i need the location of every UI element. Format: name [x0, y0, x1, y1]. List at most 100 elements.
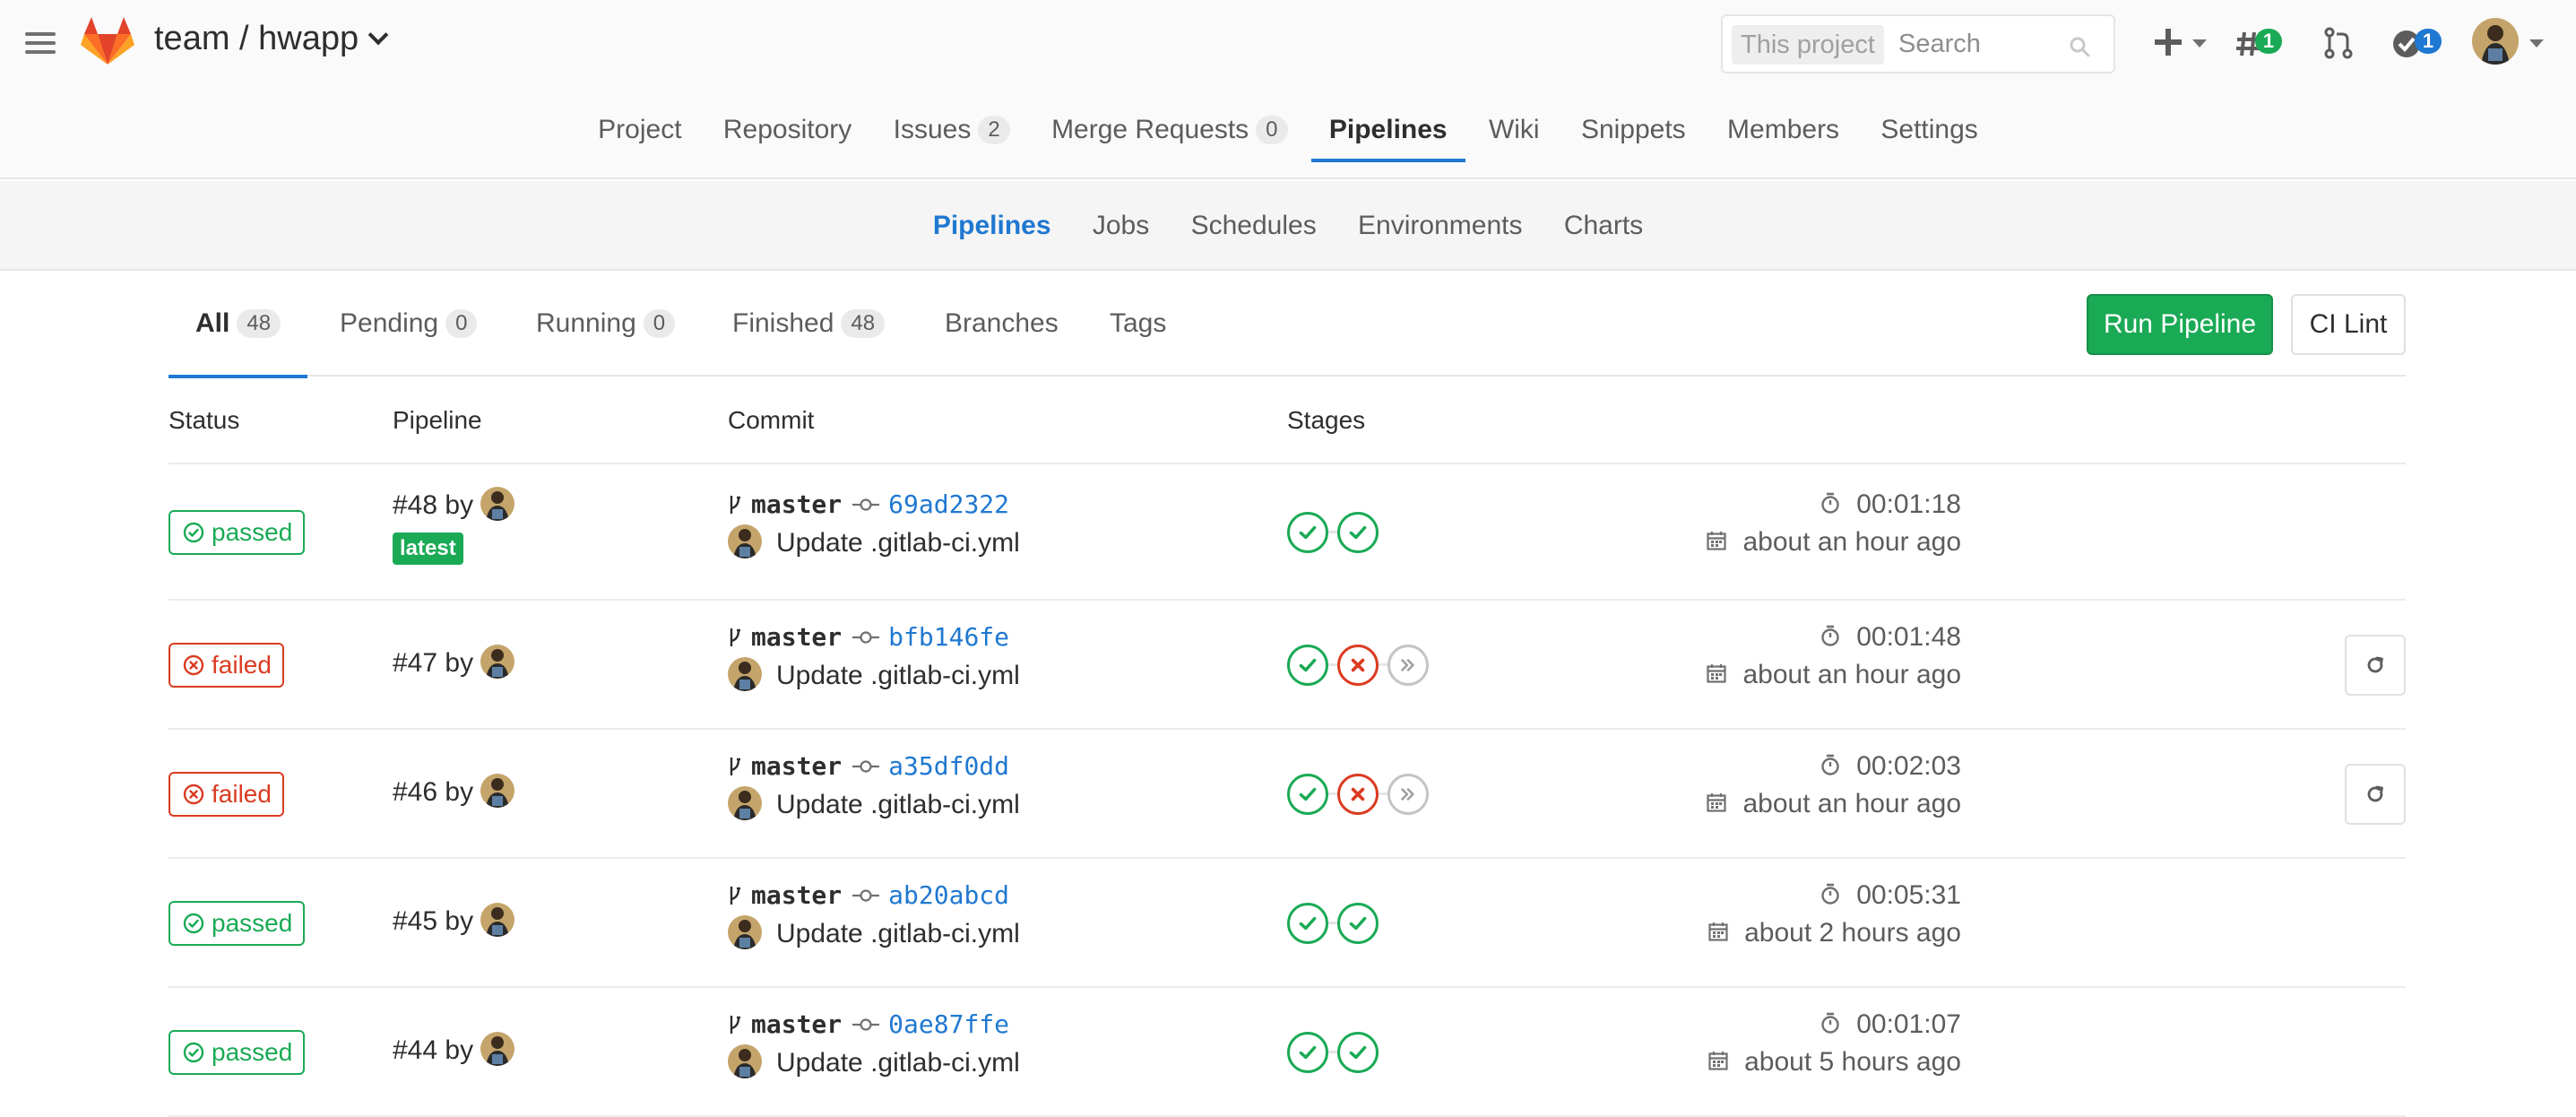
user-menu-caret-icon[interactable]	[2529, 39, 2544, 48]
timer-icon	[1820, 489, 1856, 519]
tab-branches[interactable]: Branches	[945, 271, 1059, 377]
commit-author-avatar[interactable]	[728, 524, 762, 558]
commit-message[interactable]: Update .gitlab-ci.yml	[776, 790, 1020, 819]
issues-shortcut[interactable]: 1	[2235, 22, 2293, 63]
subnav-charts[interactable]: Charts	[1564, 181, 1643, 271]
header-commit: Commit	[728, 406, 815, 434]
triggerer-avatar[interactable]	[480, 645, 515, 679]
tab-running[interactable]: Running 0	[536, 271, 676, 377]
commit-message[interactable]: Update .gitlab-ci.yml	[776, 528, 1020, 558]
pipeline-link[interactable]: #48	[393, 490, 437, 520]
user-avatar[interactable]	[2472, 18, 2519, 65]
nav-settings[interactable]: Settings	[1880, 106, 1977, 161]
issues-count-badge: 1	[2255, 29, 2282, 54]
hamburger-menu-icon[interactable]	[25, 30, 56, 56]
pipeline-duration: 00:01:07	[1820, 1009, 1961, 1040]
nav-wiki[interactable]: Wiki	[1489, 106, 1540, 161]
commit-sha[interactable]: a35df0dd	[888, 751, 1009, 781]
triggerer-avatar[interactable]	[480, 1032, 515, 1066]
project-title[interactable]: team / hwapp	[154, 20, 389, 58]
status-badge[interactable]: passed	[169, 1030, 306, 1075]
triggerer-avatar[interactable]	[480, 487, 515, 521]
retry-button[interactable]	[2345, 764, 2406, 825]
finished-value: about an hour ago	[1742, 527, 1961, 557]
stage-success-icon[interactable]	[1287, 512, 1328, 553]
stage-success-icon[interactable]	[1287, 645, 1328, 686]
commit-message[interactable]: Update .gitlab-ci.yml	[776, 919, 1020, 948]
new-dropdown[interactable]	[2155, 22, 2212, 63]
table-row: failed #47 by master bfb146fe Update .gitlab…	[169, 601, 2406, 730]
tab-all[interactable]: All 48	[168, 271, 308, 378]
branch-name[interactable]: master	[751, 880, 842, 910]
tab-tags[interactable]: Tags	[1110, 271, 1166, 377]
stage-success-icon[interactable]	[1287, 774, 1328, 815]
duration-value: 00:01:48	[1856, 622, 1961, 652]
commit-sha[interactable]: 69ad2322	[888, 489, 1009, 519]
triggerer-avatar[interactable]	[480, 903, 515, 937]
subnav-pipelines[interactable]: Pipelines	[933, 181, 1051, 271]
tab-finished[interactable]: Finished 48	[732, 271, 886, 377]
stage-skipped-icon[interactable]	[1387, 774, 1429, 815]
commit-author-avatar[interactable]	[728, 786, 762, 820]
project-name[interactable]: hwapp	[258, 20, 359, 57]
status-badge[interactable]: failed	[169, 772, 284, 817]
retry-button[interactable]	[2345, 635, 2406, 696]
status-badge[interactable]: passed	[169, 901, 306, 946]
nav-snippets[interactable]: Snippets	[1581, 106, 1686, 161]
run-pipeline-button[interactable]: Run Pipeline	[2087, 294, 2273, 355]
stage-success-icon[interactable]	[1337, 512, 1379, 553]
stage-success-icon[interactable]	[1337, 1032, 1379, 1073]
commit-message[interactable]: Update .gitlab-ci.yml	[776, 1048, 1020, 1078]
search-icon	[2070, 37, 2090, 57]
nav-project[interactable]: Project	[598, 106, 681, 161]
pipeline-link[interactable]: #45	[393, 906, 437, 936]
pipeline-link[interactable]: #47	[393, 648, 437, 678]
branch-name[interactable]: master	[751, 1009, 842, 1039]
commit-sha[interactable]: bfb146fe	[888, 622, 1009, 652]
status-badge[interactable]: passed	[169, 510, 306, 555]
triggerer-avatar[interactable]	[480, 774, 515, 808]
commit-author-avatar[interactable]	[728, 1044, 762, 1078]
merge-requests-shortcut[interactable]	[2323, 22, 2359, 63]
todos-shortcut[interactable]: 1	[2391, 22, 2449, 63]
gitlab-logo-icon[interactable]	[81, 16, 134, 66]
duration-value: 00:01:18	[1856, 489, 1961, 519]
ci-lint-button[interactable]: CI Lint	[2291, 294, 2406, 355]
commit-message[interactable]: Update .gitlab-ci.yml	[776, 661, 1020, 690]
stage-skipped-icon[interactable]	[1387, 645, 1429, 686]
group-name[interactable]: team	[154, 20, 229, 57]
stage-failed-icon[interactable]	[1337, 774, 1379, 815]
pipeline-link[interactable]: #44	[393, 1035, 437, 1065]
chevron-down-icon[interactable]	[367, 24, 389, 46]
branch-name[interactable]: master	[751, 622, 842, 652]
status-badge[interactable]: failed	[169, 643, 284, 688]
status-success-icon	[183, 909, 212, 937]
stage-failed-icon[interactable]	[1337, 645, 1379, 686]
subnav-schedules[interactable]: Schedules	[1191, 181, 1317, 271]
search-box[interactable]: This project Search	[1721, 14, 2115, 74]
stage-success-icon[interactable]	[1337, 903, 1379, 944]
nav-pipelines[interactable]: Pipelines	[1310, 106, 1465, 162]
commit-sha[interactable]: 0ae87ffe	[888, 1009, 1009, 1039]
subnav-environments[interactable]: Environments	[1358, 181, 1522, 271]
commit-author-avatar[interactable]	[728, 915, 762, 949]
search-input[interactable]: Search	[1898, 16, 1981, 72]
subnav-jobs[interactable]: Jobs	[1093, 181, 1149, 271]
nav-members[interactable]: Members	[1727, 106, 1839, 161]
stage-success-icon[interactable]	[1287, 1032, 1328, 1073]
branch-name[interactable]: master	[751, 751, 842, 781]
nav-issues[interactable]: Issues 2	[894, 106, 1010, 162]
stage-connector	[1379, 792, 1387, 795]
search-scope[interactable]: This project	[1732, 25, 1884, 65]
commit-title: Update .gitlab-ci.yml	[728, 786, 1020, 823]
tab-pending[interactable]: Pending 0	[340, 271, 478, 377]
commit-sha[interactable]: ab20abcd	[888, 880, 1009, 910]
finished-value: about 2 hours ago	[1744, 918, 1961, 948]
stage-success-icon[interactable]	[1287, 903, 1328, 944]
pipeline-id: #45 by	[393, 903, 515, 939]
nav-repository[interactable]: Repository	[723, 106, 851, 161]
commit-author-avatar[interactable]	[728, 657, 762, 691]
branch-name[interactable]: master	[751, 489, 842, 519]
nav-merge-requests[interactable]: Merge Requests 0	[1051, 106, 1288, 162]
pipeline-link[interactable]: #46	[393, 777, 437, 807]
